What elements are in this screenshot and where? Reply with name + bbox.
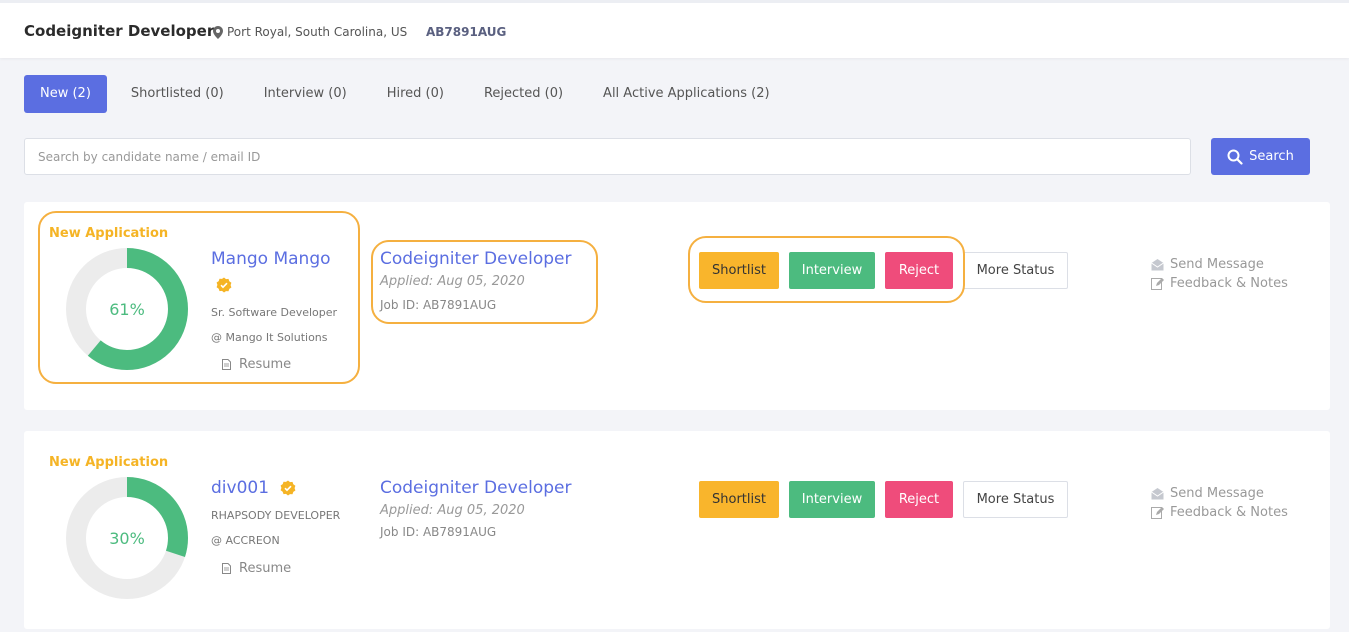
resume-link[interactable]: Resume [222,561,291,576]
reject-button[interactable]: Reject [885,252,953,289]
job-id: Job ID: AB7891AUG [380,298,497,312]
edit-note-icon [1151,507,1164,519]
match-score-label: 61% [109,300,145,319]
shortlist-button[interactable]: Shortlist [699,481,779,518]
candidate-company: @ Mango It Solutions [211,331,328,344]
new-application-badge: New Application [49,455,169,470]
interview-button[interactable]: Interview [789,252,875,289]
applied-date: Applied: Aug 05, 2020 [380,503,525,518]
document-icon [222,563,231,574]
candidate-name[interactable]: Mango Mango [211,249,331,269]
job-code: AB7891AUG [426,25,507,39]
search-button-label: Search [1249,149,1294,164]
match-score-donut: 30% [66,477,188,599]
tab-all-active[interactable]: All Active Applications (2) [587,75,786,113]
send-message-label: Send Message [1170,486,1264,501]
more-status-button[interactable]: More Status [963,252,1068,289]
search-button[interactable]: Search [1211,138,1310,175]
tab-shortlisted[interactable]: Shortlisted (0) [115,75,240,113]
feedback-notes-link[interactable]: Feedback & Notes [1151,505,1288,520]
search-input[interactable] [24,138,1191,175]
document-icon [222,359,231,370]
candidate-role: Sr. Software Developer [211,306,338,319]
map-pin-icon [213,25,223,39]
position-title[interactable]: Codeigniter Developer [380,249,571,269]
reject-button[interactable]: Reject [885,481,953,518]
verified-badge-icon [281,480,296,496]
feedback-notes-link[interactable]: Feedback & Notes [1151,276,1288,291]
resume-label: Resume [239,561,292,576]
edit-note-icon [1151,278,1164,290]
location-text: Port Royal, South Carolina, US [227,25,408,39]
envelope-open-icon [1151,488,1164,500]
resume-label: Resume [239,357,292,372]
send-message-label: Send Message [1170,257,1264,272]
candidate-name-text: div001 [211,478,270,498]
tab-hired[interactable]: Hired (0) [371,75,460,113]
application-card: New Application 30% div001 RHAPSODY DEVE… [24,431,1330,629]
match-score-donut: 61% [66,248,188,370]
verified-badge-icon [216,277,232,293]
interview-button[interactable]: Interview [789,481,875,518]
new-application-badge: New Application [49,226,169,241]
tab-rejected[interactable]: Rejected (0) [468,75,579,113]
tab-interview[interactable]: Interview (0) [248,75,363,113]
application-card: New Application 61% Mango Mango Sr. Soft… [24,202,1330,410]
page-title: Codeigniter Developer [24,22,215,40]
resume-link[interactable]: Resume [222,357,291,372]
send-message-link[interactable]: Send Message [1151,257,1264,272]
candidate-role: RHAPSODY DEVELOPER [211,509,341,522]
candidate-name[interactable]: div001 [211,478,296,498]
search-icon [1227,149,1243,165]
applied-date: Applied: Aug 05, 2020 [380,274,525,289]
shortlist-button[interactable]: Shortlist [699,252,779,289]
candidate-company: @ ACCREON [211,534,280,547]
feedback-notes-label: Feedback & Notes [1170,505,1288,520]
send-message-link[interactable]: Send Message [1151,486,1264,501]
position-title[interactable]: Codeigniter Developer [380,478,571,498]
feedback-notes-label: Feedback & Notes [1170,276,1288,291]
match-score-label: 30% [109,529,145,548]
job-id: Job ID: AB7891AUG [380,525,497,539]
envelope-open-icon [1151,259,1164,271]
job-header: Codeigniter Developer Port Royal, South … [0,0,1349,58]
more-status-button[interactable]: More Status [963,481,1068,518]
job-location: Port Royal, South Carolina, US [213,25,407,39]
tab-new[interactable]: New (2) [24,75,107,113]
status-tabs: New (2) Shortlisted (0) Interview (0) Hi… [24,75,794,113]
